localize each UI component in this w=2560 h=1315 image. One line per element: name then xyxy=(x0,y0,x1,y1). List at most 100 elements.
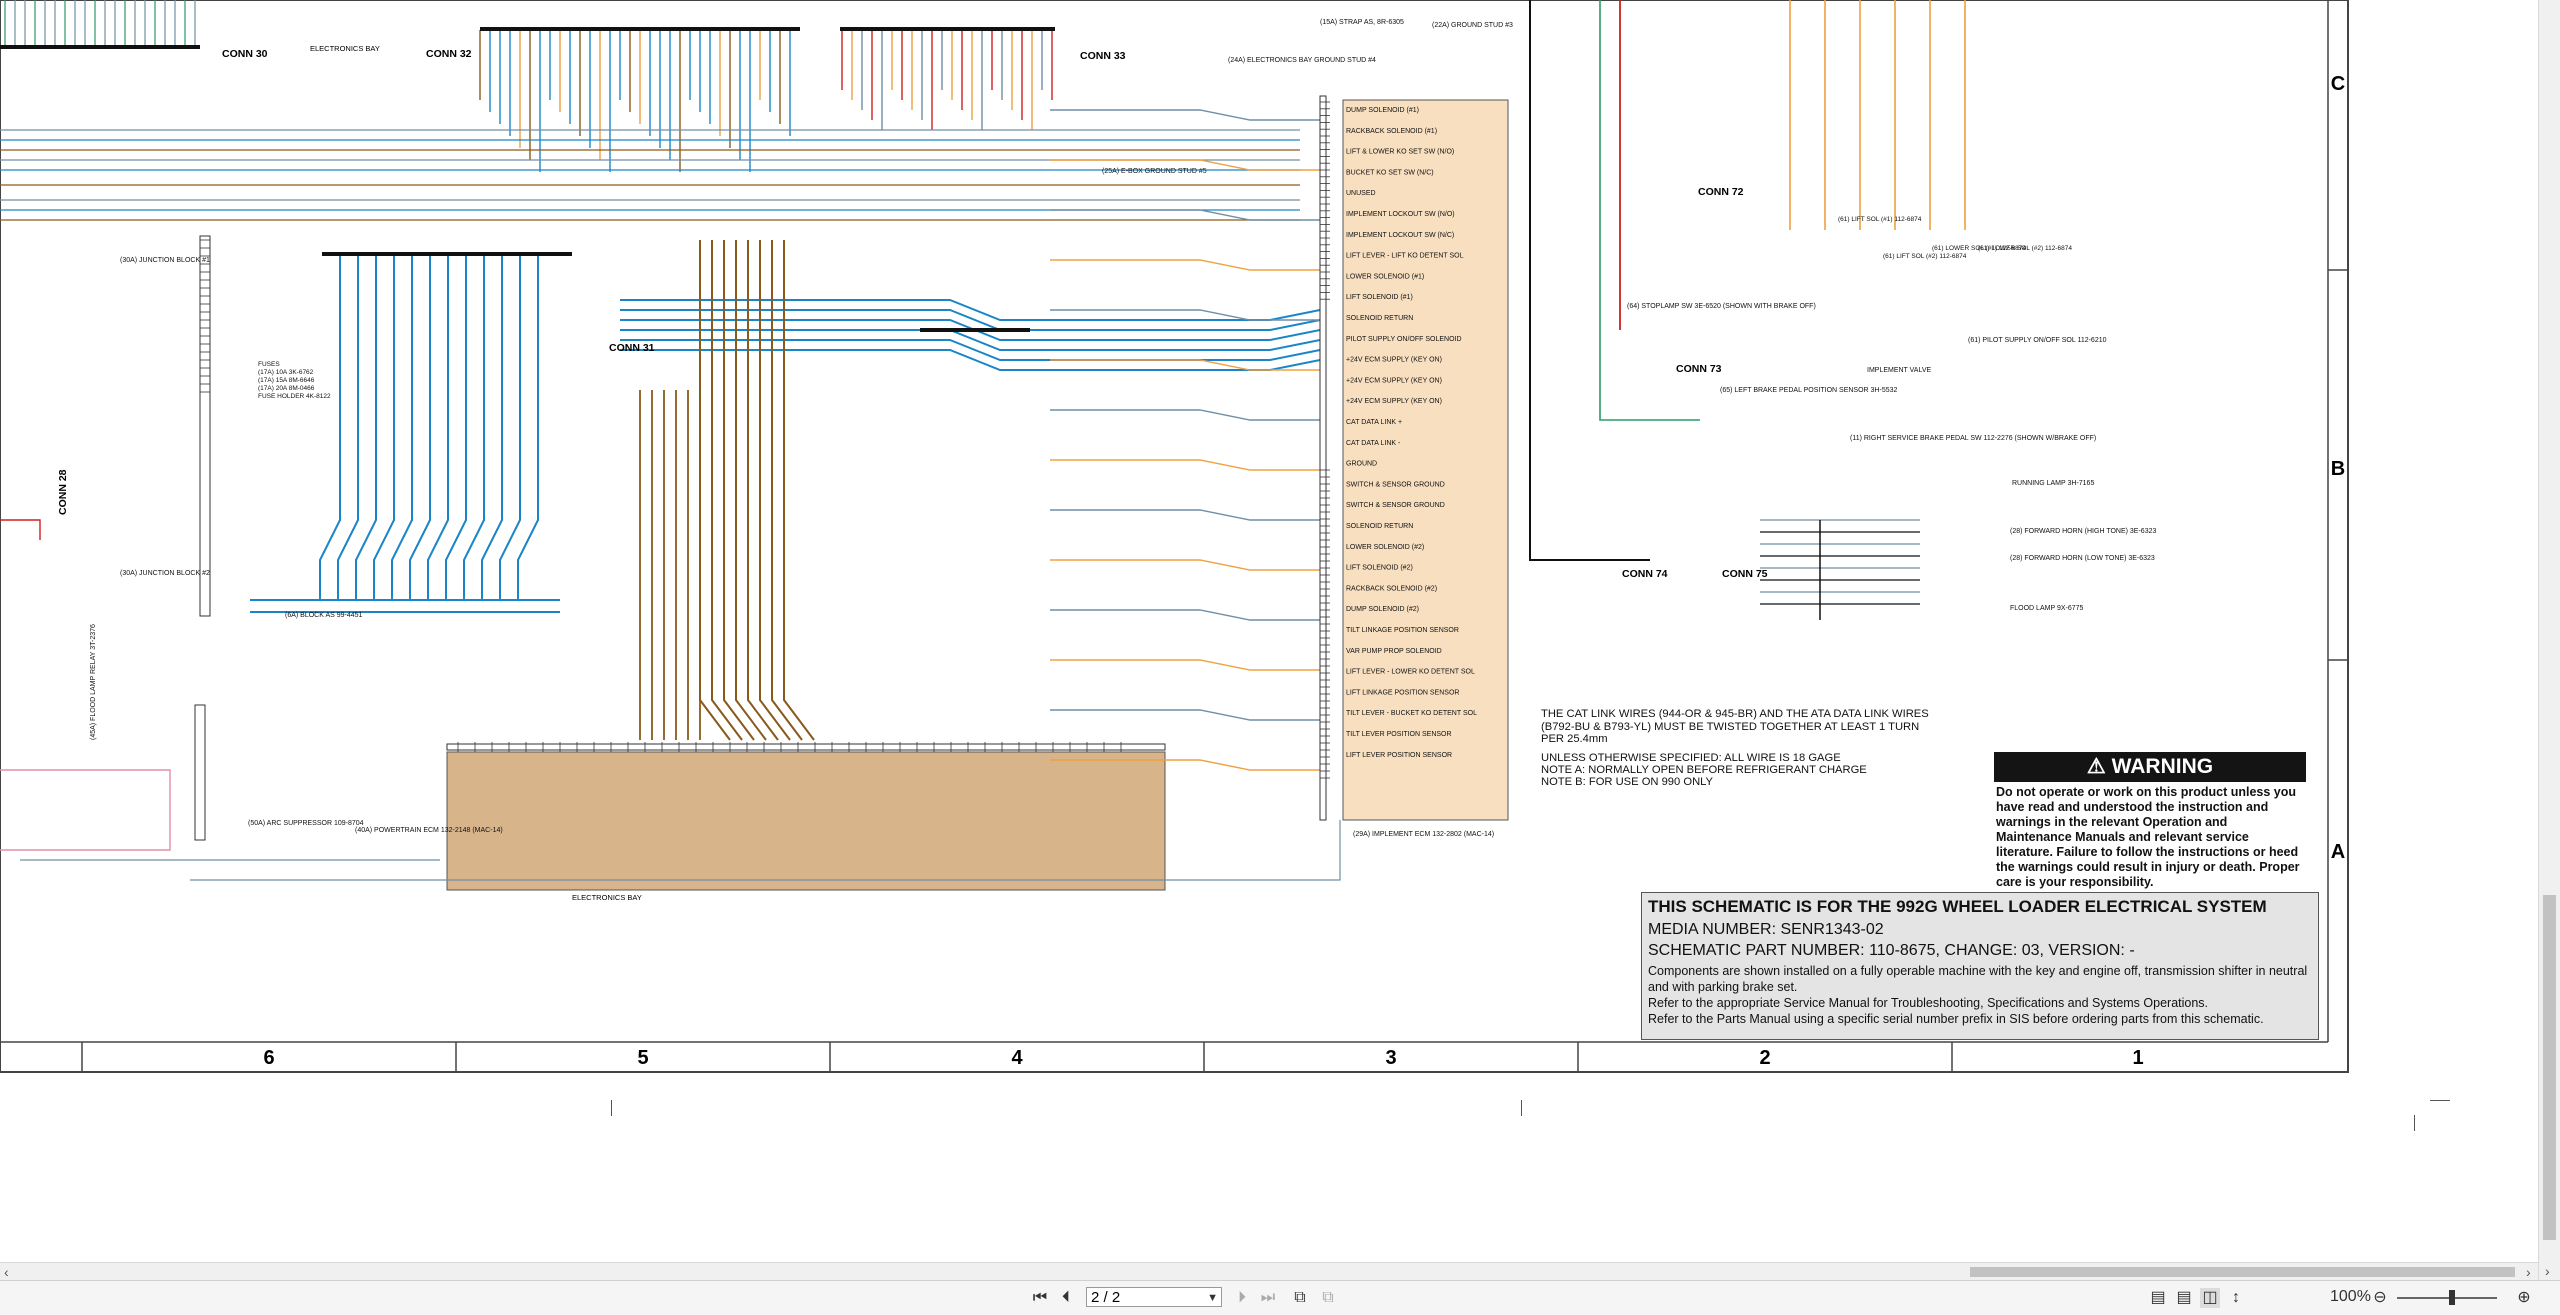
title-line: THIS SCHEMATIC IS FOR THE 992G WHEEL LOA… xyxy=(1648,897,2267,916)
ecm-pin-function: LIFT LEVER - LIFT KO DETENT SOL xyxy=(1346,253,1464,260)
zoom-slider-thumb[interactable] xyxy=(2449,1290,2455,1305)
wire xyxy=(1599,0,1700,421)
last-page-icon[interactable]: ⏭ xyxy=(1258,1288,1278,1308)
viewer-toolbar: ⏮ ⏴ 2 / 2 ▼ ⏵ ⏭ ⧉ ⧉ ▤ ▤ ◫ ↕ 100% ⊖ ⊕ xyxy=(0,1280,2560,1315)
wire xyxy=(1050,709,1320,721)
component-label: (64) STOPLAMP SW 3E-6520 (SHOWN WITH BRA… xyxy=(1627,303,1816,310)
zoom-out-icon[interactable]: ⊖ xyxy=(2370,1288,2390,1308)
wire xyxy=(1050,559,1320,571)
wire xyxy=(0,769,171,851)
ecm-pin-function: LOWER SOLENOID (#1) xyxy=(1346,273,1424,280)
wire xyxy=(747,240,779,741)
connector-bar xyxy=(0,45,200,49)
ecm-pin-function: PILOT SUPPLY ON/OFF SOLENOID xyxy=(1346,336,1462,343)
ecm-pin-function: GROUND xyxy=(1346,461,1377,468)
ecm-pin-function: UNUSED xyxy=(1346,190,1376,197)
grid-row-label: A xyxy=(2331,841,2345,863)
tick-mark xyxy=(2430,1100,2450,1101)
vertical-scroll-thumb[interactable] xyxy=(2543,895,2556,1240)
ecm-pin-function: IMPLEMENT LOCKOUT SW (N/C) xyxy=(1346,232,1454,239)
ecm-pin-function: LIFT LEVER POSITION SENSOR xyxy=(1346,752,1452,759)
note-a: NOTE A: NORMALLY OPEN BEFORE REFRIGERANT… xyxy=(1541,764,1867,776)
note-b: NOTE B: FOR USE ON 990 ONLY xyxy=(1541,776,1713,788)
tick-mark xyxy=(2414,1115,2415,1131)
scroll-down-arrow-icon[interactable]: › xyxy=(2545,1262,2550,1280)
component-label: (28) FORWARD HORN (LOW TONE) 3E-6323 xyxy=(2010,555,2155,562)
schematic-viewport[interactable]: 6 5 4 3 2 1 C B A CONN 30 CONN 32 CONN 3… xyxy=(0,0,2538,1262)
grid-column-label: 1 xyxy=(2132,1047,2143,1069)
fuse-label: (17A) 20A 8M-0466 xyxy=(258,385,315,392)
ecm-pin-function: TILT LEVER - BUCKET KO DETENT SOL xyxy=(1346,710,1477,717)
first-page-icon[interactable]: ⏮ xyxy=(1030,1288,1050,1308)
ecm-pin-function: +24V ECM SUPPLY (KEY ON) xyxy=(1346,357,1442,364)
title-block: THIS SCHEMATIC IS FOR THE 992G WHEEL LOA… xyxy=(1641,892,2319,1040)
schematic-drawing: 6 5 4 3 2 1 C B A CONN 30 CONN 32 CONN 3… xyxy=(0,0,2349,1073)
connector-label: CONN 28 xyxy=(57,469,69,515)
bay-label: ELECTRONICS BAY xyxy=(572,893,642,902)
wire xyxy=(735,240,767,741)
vertical-scrollbar[interactable]: › xyxy=(2538,0,2560,1280)
continuous-view-icon[interactable]: ▤ xyxy=(2174,1288,2194,1308)
component-label: (30A) JUNCTION BLOCK #2 xyxy=(120,570,210,577)
facing-view-icon[interactable]: ◫ xyxy=(2200,1288,2220,1308)
connector-label: CONN 32 xyxy=(426,48,472,60)
ecm-pin-function: TILT LINKAGE POSITION SENSOR xyxy=(1346,627,1459,634)
component-label: (61) LOWER SOL (#2) 112-6874 xyxy=(1978,245,2072,252)
connector-label: CONN 74 xyxy=(1622,568,1668,580)
warning-title: WARNING xyxy=(2111,755,2214,778)
component-label: FLOOD LAMP 9X-6775 xyxy=(2010,605,2084,612)
wire xyxy=(1050,459,1320,471)
page-number-value: 2 / 2 xyxy=(1091,1289,1121,1306)
zoom-in-icon[interactable]: ⊕ xyxy=(2514,1288,2534,1308)
title-note: Refer to the Parts Manual using a specif… xyxy=(1648,1012,2264,1026)
paste-page-icon[interactable]: ⧉ xyxy=(1318,1288,1338,1308)
media-number: MEDIA NUMBER: SENR1343-02 xyxy=(1648,921,1884,938)
warning-triangle-icon: ⚠ xyxy=(2086,755,2106,778)
grid-column-label: 3 xyxy=(1385,1047,1396,1069)
powertrain-ecm-box xyxy=(446,751,1166,891)
ecm-pin-function: RACKBACK SOLENOID (#2) xyxy=(1346,585,1437,592)
grid-row-label: B xyxy=(2331,458,2345,480)
previous-page-icon[interactable]: ⏴ xyxy=(1056,1288,1076,1308)
page-number-input[interactable]: 2 / 2 ▼ xyxy=(1086,1287,1222,1307)
ecm-pin-function: DUMP SOLENOID (#1) xyxy=(1346,107,1419,114)
zoom-slider[interactable] xyxy=(2397,1297,2497,1299)
single-page-view-icon[interactable]: ▤ xyxy=(2148,1288,2168,1308)
ecm-pin-function: IMPLEMENT LOCKOUT SW (N/O) xyxy=(1346,211,1455,218)
ecm-pin-function: +24V ECM SUPPLY (KEY ON) xyxy=(1346,377,1442,384)
ecm-pin-function: CAT DATA LINK + xyxy=(1346,419,1402,426)
wire xyxy=(0,519,41,540)
wire xyxy=(759,240,791,741)
horizontal-scroll-thumb[interactable] xyxy=(1970,1267,2515,1277)
scroll-right-arrow-icon[interactable]: › xyxy=(2526,1263,2531,1281)
scroll-left-arrow-icon[interactable]: ‹ xyxy=(4,1263,9,1281)
copy-page-icon[interactable]: ⧉ xyxy=(1290,1288,1310,1308)
component-label: (28) FORWARD HORN (HIGH TONE) 3E-6323 xyxy=(2010,528,2156,535)
connector-label: CONN 30 xyxy=(222,48,268,60)
wire xyxy=(1050,609,1320,621)
powertrain-connector xyxy=(446,743,1166,751)
grid-column-label: 2 xyxy=(1759,1047,1770,1069)
component-label: (61) LIFT SOL (#2) 112-6874 xyxy=(1883,253,1967,260)
ground-label: (25A) E-BOX GROUND STUD #5 xyxy=(1102,168,1207,175)
wire xyxy=(771,240,803,741)
component-label: (61) LIFT SOL (#1) 112-6874 xyxy=(1838,216,1922,223)
connector-bar xyxy=(322,252,572,256)
ecm-pin-function: TILT LEVER POSITION SENSOR xyxy=(1346,731,1452,738)
warning-box: ⚠ WARNING Do not operate or work on this… xyxy=(1994,752,2306,889)
page-dropdown-caret-icon[interactable]: ▼ xyxy=(1207,1288,1218,1308)
grid-column-label: 6 xyxy=(263,1047,274,1069)
fit-width-icon[interactable]: ↕ xyxy=(2226,1288,2246,1308)
component-label: (6A) BLOCK AS 99-4451 xyxy=(285,612,363,619)
ecm-pin-function: BUCKET KO SET SW (N/C) xyxy=(1346,169,1434,176)
bay-label: ELECTRONICS BAY xyxy=(310,44,380,53)
wire xyxy=(711,240,743,741)
ecm-pin-function: SWITCH & SENSOR GROUND xyxy=(1346,502,1445,509)
ecm-pin-function: LIFT SOLENOID (#2) xyxy=(1346,565,1413,572)
horizontal-scrollbar[interactable]: ‹ › xyxy=(0,1262,2538,1281)
ground-label: (24A) ELECTRONICS BAY GROUND STUD #4 xyxy=(1228,57,1376,64)
next-page-icon[interactable]: ⏵ xyxy=(1232,1288,1252,1308)
connector-label: CONN 31 xyxy=(609,342,655,354)
connector-label: CONN 33 xyxy=(1080,50,1126,62)
fuse-label: FUSES xyxy=(258,361,280,368)
